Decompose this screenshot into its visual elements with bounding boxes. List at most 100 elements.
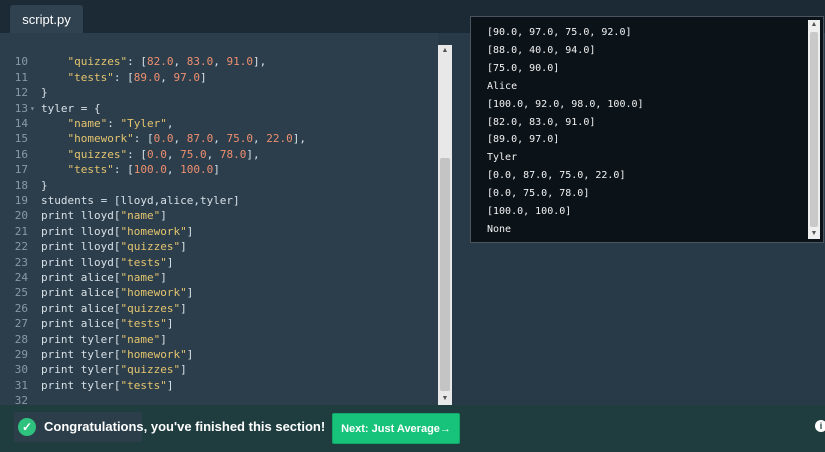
console-output-line: [0.0, 87.0, 75.0, 22.0] — [487, 170, 626, 182]
code-line: 26 print alice["quizzes"] — [0, 301, 438, 316]
code-text: print tyler["tests"] — [41, 378, 174, 392]
code-text: students = [lloyd,alice,tyler] — [41, 194, 240, 207]
code-line: 15 "homework": [0.0, 87.0, 75.0, 22.0], — [0, 131, 438, 146]
code-text: print tyler["name"] — [41, 332, 167, 346]
console-output-line: [100.0, 100.0] — [487, 206, 572, 217]
code-line: 10 "quizzes": [82.0, 83.0, 91.0], — [0, 54, 438, 69]
code-line: 20 print lloyd["name"] — [0, 208, 438, 223]
console-output-line: [90.0, 97.0, 75.0, 92.0] — [487, 27, 632, 38]
line-number: 27 — [14, 317, 28, 331]
line-number: 16 — [14, 147, 28, 161]
fold-arrow-icon[interactable]: ▾ — [30, 101, 35, 116]
line-number: 11 — [14, 70, 28, 84]
code-line: 25 print alice["homework"] — [0, 285, 438, 300]
line-number: 17 — [14, 163, 28, 177]
code-line: 24 print alice["name"] — [0, 270, 438, 285]
completion-bar: ✓ Congratulations, you've finished this … — [0, 405, 825, 452]
congratulations-message: Congratulations, you've finished this se… — [44, 419, 326, 434]
line-number: 14 — [14, 117, 28, 130]
editor-scrollbar[interactable]: ▲ ▼ — [438, 45, 452, 405]
tab-label: script.py — [22, 11, 71, 27]
console-output-line: [82.0, 83.0, 91.0] — [487, 116, 596, 128]
console-output-line: None — [487, 223, 512, 235]
info-icon[interactable]: i — [815, 420, 825, 432]
code-text: print alice["name"] — [41, 271, 167, 284]
code-line: 12} — [0, 85, 438, 100]
code-line: 11 "tests": [89.0, 97.0] — [0, 70, 438, 85]
line-number: 23 — [14, 255, 28, 269]
code-line: 31 print tyler["tests"] — [0, 378, 438, 393]
code-editor[interactable]: 10 "quizzes": [82.0, 83.0, 91.0], 11 "tes… — [0, 33, 438, 405]
scroll-down-arrow-icon[interactable]: ▼ — [438, 393, 452, 405]
code-text: print tyler["homework"] — [41, 348, 194, 361]
line-number: 18 — [14, 178, 28, 192]
console-output-line: [88.0, 40.0, 94.0] — [487, 44, 596, 56]
code-text: print lloyd["name"] — [41, 209, 167, 223]
console-output-line: [0.0, 75.0, 78.0] — [487, 188, 590, 200]
console-scrollbar[interactable]: ▲ ▼ — [808, 20, 820, 239]
code-line: 29 print tyler["homework"] — [0, 347, 438, 362]
tab-script-py[interactable]: script.py — [10, 5, 83, 33]
line-number: 20 — [14, 209, 28, 223]
code-text: print lloyd["homework"] — [41, 224, 194, 238]
code-text: print alice["quizzes"] — [41, 301, 187, 315]
code-line: 32 — [0, 393, 438, 405]
line-number: 12 — [14, 86, 28, 100]
code-text: "quizzes": [0.0, 75.0, 78.0], — [67, 147, 260, 161]
code-line: 23 print lloyd["tests"] — [0, 255, 438, 270]
line-number: 29 — [14, 348, 28, 361]
code-line: 21 print lloyd["homework"] — [0, 224, 438, 239]
line-number: 30 — [14, 363, 28, 377]
code-line: 18} — [0, 178, 438, 193]
code-line: 30 print tyler["quizzes"] — [0, 362, 438, 377]
console-output-line: [75.0, 90.0] — [487, 62, 560, 74]
next-lesson-button[interactable]: Next: Just Average→ — [332, 413, 460, 444]
code-line: 19 students = [lloyd,alice,tyler] — [0, 193, 438, 208]
console-output-line: Alice — [487, 80, 518, 92]
scroll-up-arrow-icon[interactable]: ▲ — [808, 20, 820, 30]
code-text: "tests": [89.0, 97.0] — [67, 70, 207, 84]
check-circle-icon: ✓ — [18, 418, 36, 436]
next-lesson-label: Next: Just Average→ — [341, 422, 451, 435]
code-text: } — [41, 86, 48, 100]
code-text: "name": "Tyler", — [67, 117, 174, 130]
code-line: 22 print lloyd["quizzes"] — [0, 239, 438, 254]
scrollbar-thumb[interactable] — [810, 32, 818, 227]
code-line: 27 print alice["tests"] — [0, 316, 438, 331]
code-text: print lloyd["tests"] — [41, 255, 174, 269]
console-output-line: [89.0, 97.0] — [487, 134, 560, 146]
scrollbar-thumb[interactable] — [440, 158, 450, 391]
line-number: 31 — [14, 378, 28, 392]
code-text: "homework": [0.0, 87.0, 75.0, 22.0], — [67, 132, 306, 146]
code-text: "quizzes": [82.0, 83.0, 91.0], — [67, 55, 267, 69]
code-text: print alice["homework"] — [41, 286, 194, 300]
line-number: 19 — [14, 194, 28, 207]
line-number: 22 — [14, 240, 28, 254]
code-line: 13 ▾ tyler = { — [0, 101, 438, 116]
line-number: 13 — [14, 101, 28, 115]
line-number: 32 — [14, 394, 28, 405]
line-number: 24 — [14, 271, 28, 284]
code-text: print tyler["quizzes"] — [41, 363, 187, 377]
code-text: } — [41, 178, 48, 192]
line-number: 26 — [14, 301, 28, 315]
code-text: print lloyd["quizzes"] — [41, 240, 187, 254]
scroll-down-arrow-icon[interactable]: ▼ — [808, 229, 820, 239]
line-number: 28 — [14, 332, 28, 346]
console-output-line: [100.0, 92.0, 98.0, 100.0] — [487, 98, 644, 110]
scroll-up-arrow-icon[interactable]: ▲ — [438, 45, 452, 57]
code-text: "tests": [100.0, 100.0] — [67, 163, 220, 177]
code-line: 28 print tyler["name"] — [0, 332, 438, 347]
output-console: [90.0, 97.0, 75.0, 92.0] [88.0, 40.0, 94.… — [470, 16, 824, 243]
code-line: 14 "name": "Tyler", — [0, 116, 438, 131]
line-number: 21 — [14, 224, 28, 238]
code-text: print alice["tests"] — [41, 317, 174, 331]
code-line: 16 "quizzes": [0.0, 75.0, 78.0], — [0, 147, 438, 162]
code-line: 17 "tests": [100.0, 100.0] — [0, 162, 438, 177]
line-number: 10 — [14, 55, 28, 69]
line-number: 15 — [14, 132, 28, 146]
code-text: tyler = { — [41, 101, 101, 115]
line-number: 25 — [14, 286, 28, 300]
console-output-line: Tyler — [487, 152, 518, 164]
